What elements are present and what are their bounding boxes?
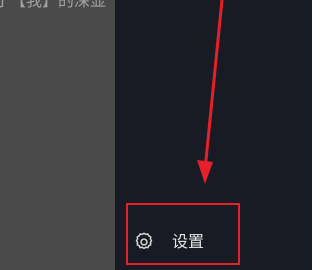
gear-icon bbox=[132, 230, 156, 254]
background-caption: 丁【我】的深显 bbox=[0, 0, 107, 10]
background-content-panel: 丁【我】的深显 bbox=[0, 0, 115, 270]
settings-menu-item[interactable]: 设置 bbox=[124, 222, 304, 262]
sidebar-menu: 设置 bbox=[115, 0, 312, 270]
settings-label: 设置 bbox=[172, 232, 205, 251]
